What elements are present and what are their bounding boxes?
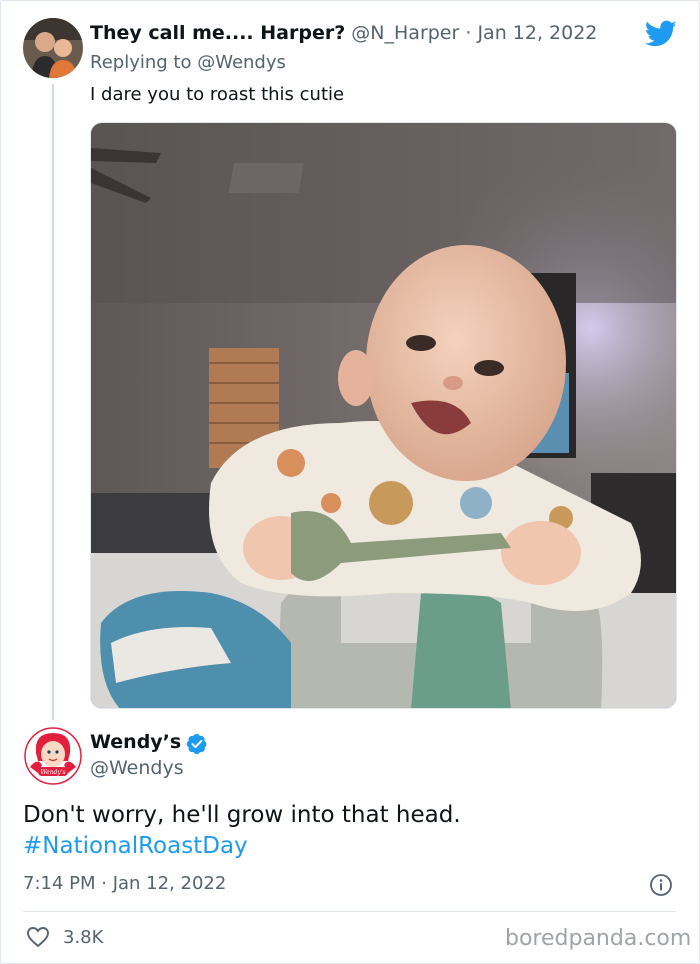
- main-handle[interactable]: @Wendys: [90, 757, 184, 779]
- replying-to: Replying to @Wendys: [90, 52, 286, 73]
- heart-icon[interactable]: [26, 926, 50, 948]
- reply-header: They call me.... Harper? @N_Harper · Jan…: [90, 22, 597, 44]
- replying-mention[interactable]: @Wendys: [197, 52, 286, 73]
- reply-display-name[interactable]: They call me.... Harper?: [90, 22, 345, 44]
- reply-text: I dare you to roast this cutie: [90, 84, 345, 105]
- user-avatar-icon[interactable]: [23, 18, 83, 78]
- replying-prefix: Replying to: [90, 52, 198, 73]
- tweet-timestamp[interactable]: 7:14 PM · Jan 12, 2022: [23, 873, 226, 894]
- verified-badge-icon: [186, 733, 208, 755]
- divider: [23, 911, 676, 912]
- main-text-body: Don't worry, he'll grow into that head.: [23, 802, 461, 828]
- hashtag-link[interactable]: #NationalRoastDay: [23, 831, 461, 862]
- svg-text:Wendy's: Wendy's: [40, 769, 65, 776]
- like-count: 3.8K: [63, 927, 104, 948]
- reply-handle[interactable]: @N_Harper: [351, 22, 459, 44]
- thread-connector: [52, 84, 54, 720]
- wendys-logo-icon[interactable]: Wendy's: [24, 727, 82, 785]
- main-tweet-text: Don't worry, he'll grow into that head. …: [23, 800, 461, 862]
- reply-date[interactable]: Jan 12, 2022: [477, 22, 597, 44]
- main-display-name[interactable]: Wendy’s: [90, 731, 181, 753]
- meta-separator: ·: [459, 22, 478, 44]
- twitter-bird-icon[interactable]: [644, 20, 677, 48]
- info-icon[interactable]: [649, 873, 673, 897]
- baby-photo[interactable]: [90, 122, 677, 709]
- watermark: boredpanda.com: [505, 926, 692, 951]
